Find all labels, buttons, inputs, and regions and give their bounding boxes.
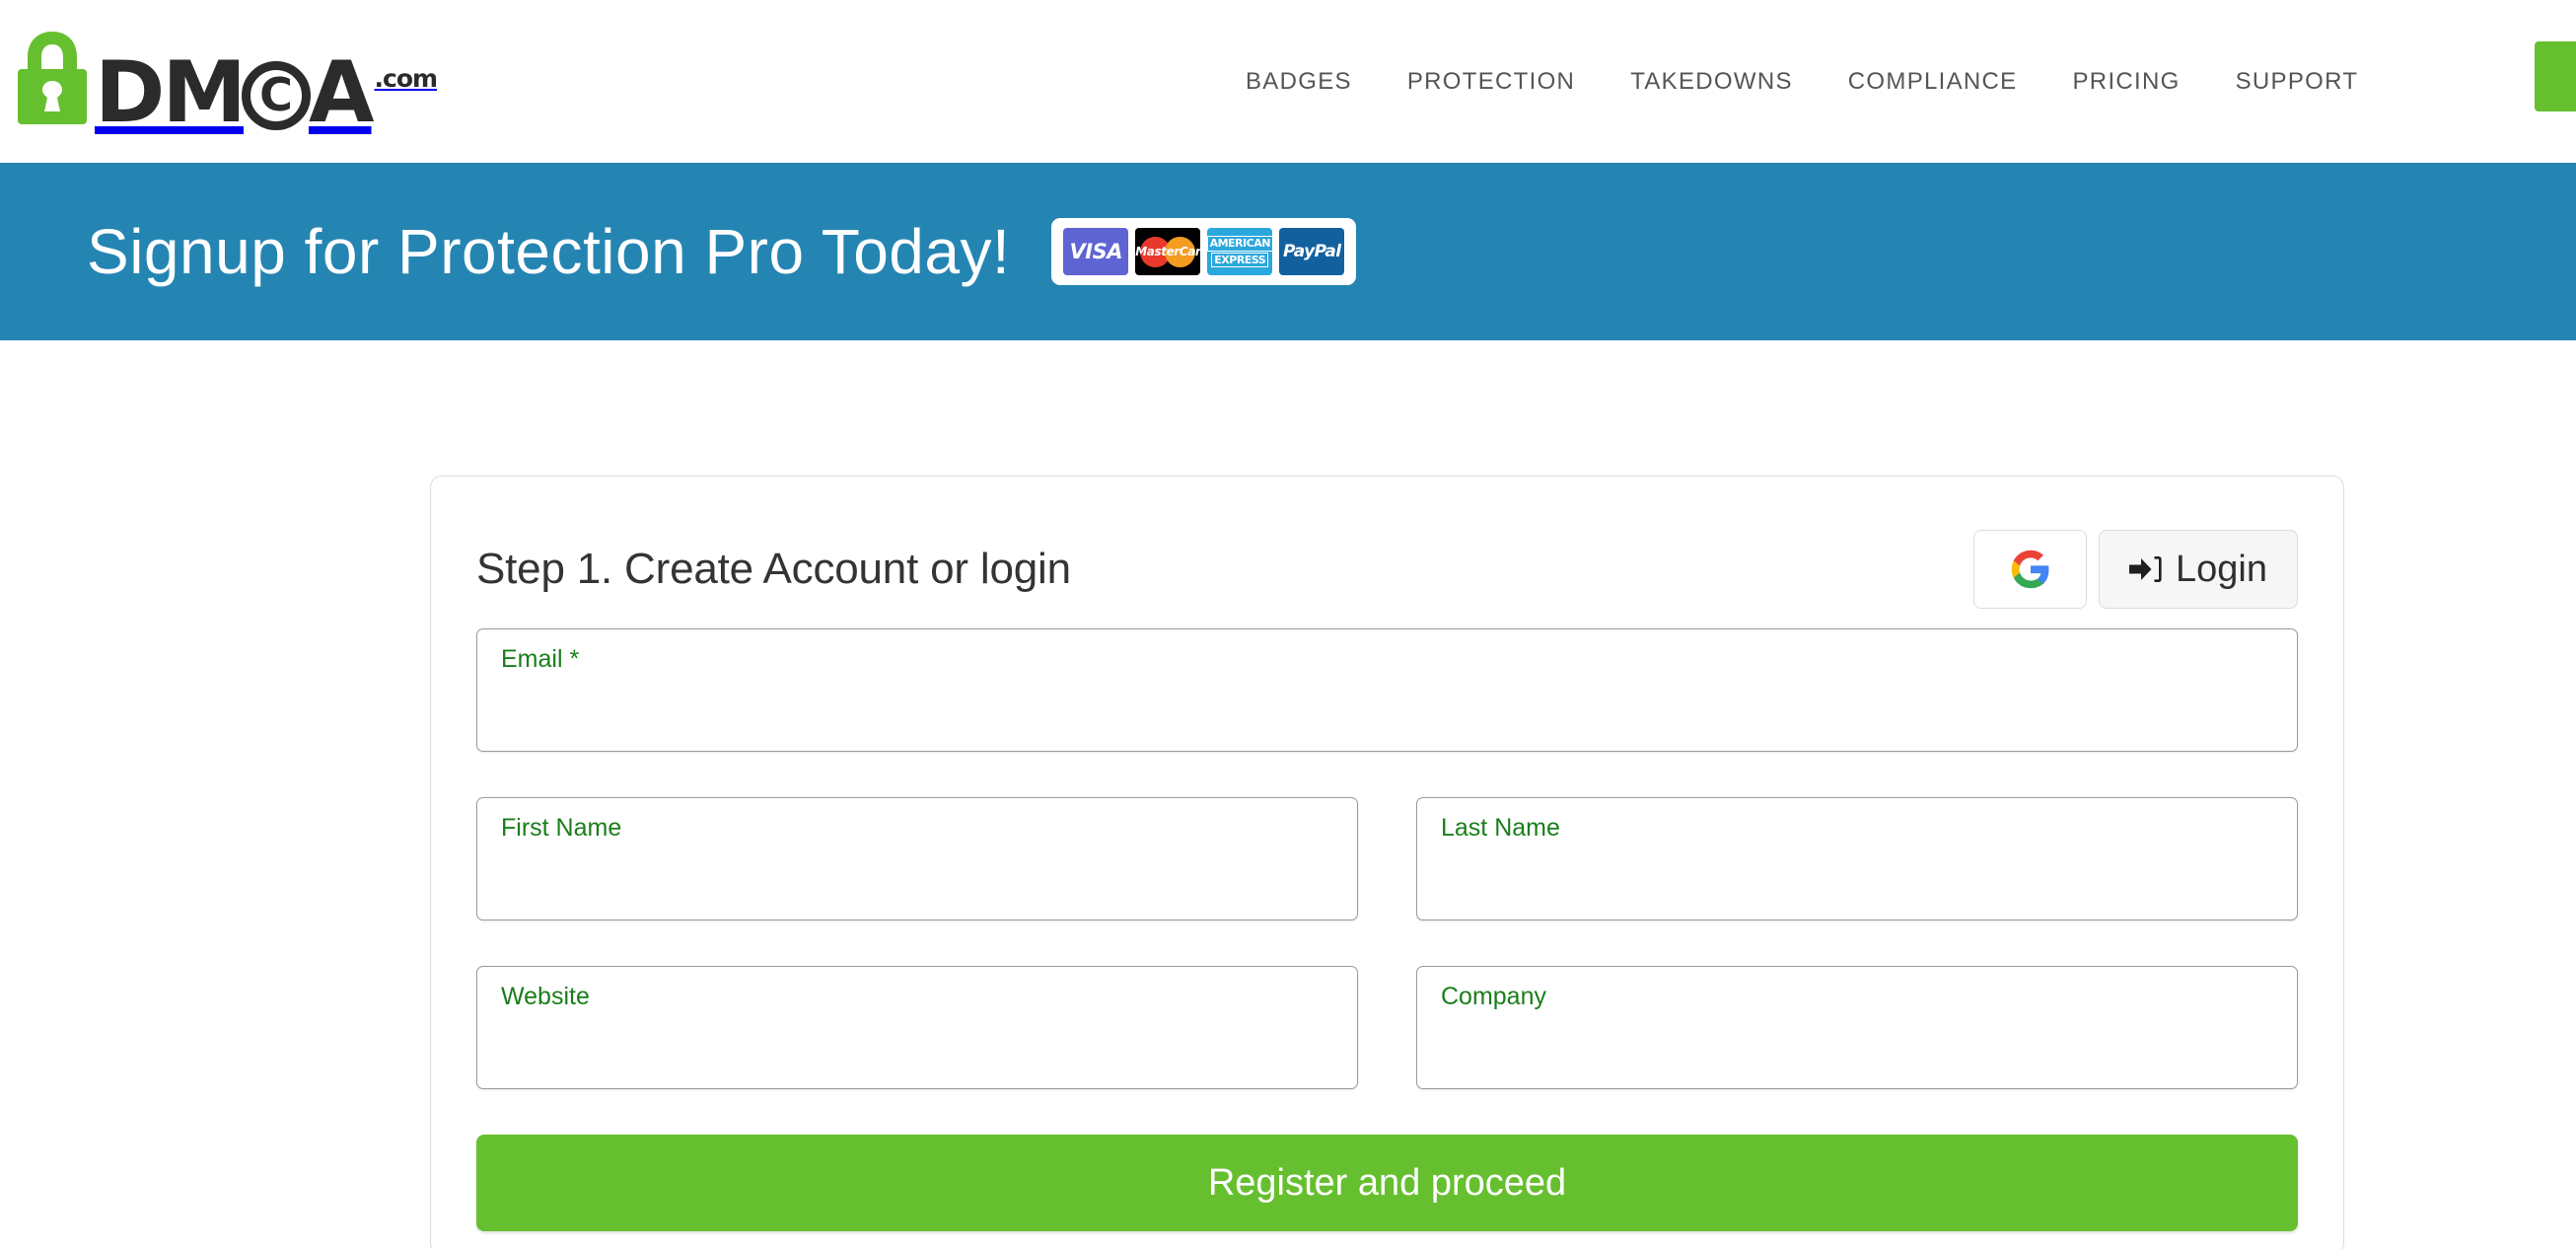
- nav-item-support[interactable]: SUPPORT: [2208, 68, 2387, 96]
- register-and-proceed-button[interactable]: Register and proceed: [476, 1135, 2298, 1231]
- nav-item-compliance[interactable]: COMPLIANCE: [1821, 68, 2045, 96]
- nav-item-pricing[interactable]: PRICING: [2045, 68, 2208, 96]
- nav-item-takedowns[interactable]: TAKEDOWNS: [1603, 68, 1821, 96]
- sign-in-icon: [2129, 556, 2162, 582]
- copyright-circle-icon: [241, 60, 311, 130]
- website-field[interactable]: Website: [476, 966, 1358, 1089]
- brand-wordmark: DM A .com: [95, 43, 439, 143]
- page-body: Step 1. Create Account or login Login Em…: [0, 340, 2576, 1249]
- signup-card-header: Step 1. Create Account or login Login: [476, 522, 2298, 617]
- step-title: Step 1. Create Account or login: [476, 545, 1071, 593]
- google-signin-button[interactable]: [1973, 530, 2088, 609]
- promo-banner-title: Signup for Protection Pro Today!: [87, 216, 1011, 287]
- padlock-icon: [18, 32, 87, 124]
- company-field[interactable]: Company: [1416, 966, 2298, 1089]
- payment-methods-strip: VISA MasterCard AMERICAN EXPRESS PayPal: [1051, 218, 1357, 285]
- email-input[interactable]: [499, 683, 2275, 738]
- login-button[interactable]: Login: [2099, 530, 2298, 609]
- signup-card: Step 1. Create Account or login Login Em…: [430, 476, 2344, 1249]
- brand-letter-a: A: [308, 43, 375, 143]
- login-button-label: Login: [2176, 548, 2267, 590]
- paypal-icon: PayPal: [1279, 228, 1345, 275]
- first-name-field[interactable]: First Name: [476, 797, 1358, 920]
- email-field-label: Email *: [501, 645, 580, 673]
- brand-letters-dm: DM: [95, 43, 247, 143]
- auth-actions: Login: [1973, 530, 2298, 609]
- visa-icon: VISA: [1063, 228, 1129, 275]
- nav-item-protection[interactable]: PROTECTION: [1380, 68, 1603, 96]
- google-g-icon: [2011, 550, 2048, 589]
- first-name-field-label: First Name: [501, 814, 622, 842]
- last-name-input[interactable]: [1439, 851, 2275, 907]
- site-logo-dmca[interactable]: DM A .com: [14, 18, 439, 143]
- mastercard-icon: MasterCard: [1135, 228, 1201, 275]
- website-company-row: Website Company: [476, 966, 2298, 1089]
- website-field-label: Website: [501, 983, 590, 1010]
- header-cta-button[interactable]: [2535, 41, 2576, 111]
- company-field-label: Company: [1441, 983, 1546, 1010]
- brand-tld: .com: [374, 64, 439, 94]
- company-input[interactable]: [1439, 1020, 2275, 1075]
- last-name-field[interactable]: Last Name: [1416, 797, 2298, 920]
- first-name-input[interactable]: [499, 851, 1335, 907]
- site-header: DM A .com BADGES PROTECTION TAKEDOWNS CO…: [0, 0, 2576, 163]
- name-row: First Name Last Name: [476, 797, 2298, 920]
- last-name-field-label: Last Name: [1441, 814, 1560, 842]
- signup-form: Email * First Name Last Name Website Com…: [476, 628, 2298, 1231]
- main-navigation: BADGES PROTECTION TAKEDOWNS COMPLIANCE P…: [1218, 0, 2386, 163]
- email-field[interactable]: Email *: [476, 628, 2298, 752]
- nav-item-badges[interactable]: BADGES: [1218, 68, 1380, 96]
- website-input[interactable]: [499, 1020, 1335, 1075]
- promo-banner: Signup for Protection Pro Today! VISA Ma…: [0, 163, 2576, 340]
- american-express-icon: AMERICAN EXPRESS: [1207, 228, 1273, 275]
